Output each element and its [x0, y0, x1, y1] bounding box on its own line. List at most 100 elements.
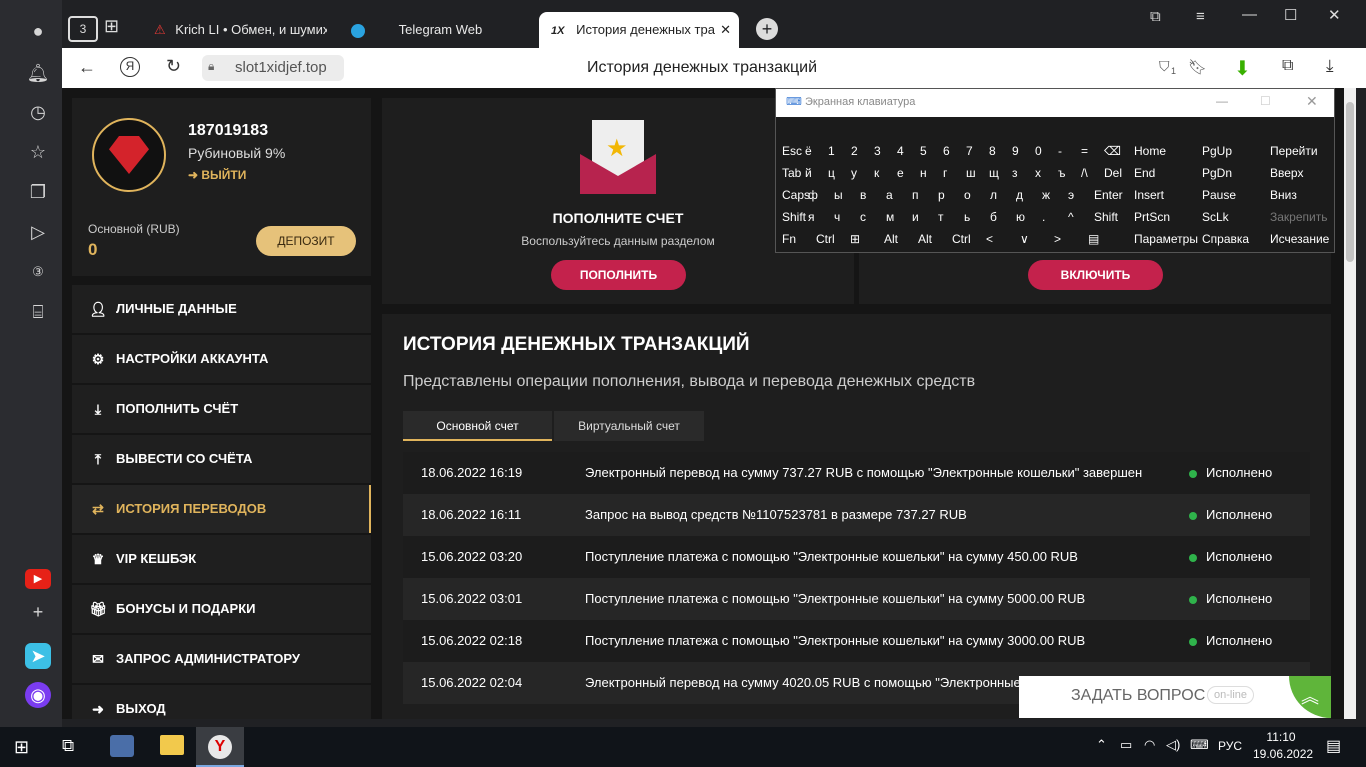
osk-key[interactable]: - [1054, 141, 1076, 161]
osk-key[interactable]: е [893, 163, 915, 183]
osk-key[interactable]: р [934, 185, 959, 205]
menu-item-7[interactable]: ✉ ЗАПРОС АДМИНИСТРАТОРУ [72, 635, 371, 683]
osk-key[interactable]: < [982, 229, 1015, 249]
tab-virtual-account[interactable]: Виртуальный счет [554, 411, 704, 441]
menu-item-4[interactable]: ⇄ ИСТОРИЯ ПЕРЕВОДОВ [72, 485, 371, 533]
scroll-thumb[interactable] [1346, 102, 1354, 262]
osk-key[interactable]: 7 [962, 141, 984, 161]
tray-chevron-icon[interactable]: ⌃ [1096, 737, 1107, 753]
windows-start-icon[interactable]: ⊞ [14, 737, 29, 758]
osk-key[interactable]: о [960, 185, 985, 205]
top-up-button[interactable]: ПОПОЛНИТЬ [551, 260, 686, 290]
screenshot-icon[interactable]: ⌸ [25, 299, 51, 325]
star-icon[interactable]: ☆ [25, 139, 51, 165]
osk-nav-key[interactable]: Insert [1130, 185, 1196, 205]
menu-item-8[interactable]: ➜ ВЫХОД [72, 685, 371, 719]
osk-key[interactable]: = [1077, 141, 1099, 161]
yandex-taskbar-button[interactable]: Y [196, 727, 244, 767]
osk-key[interactable]: э [1064, 185, 1089, 205]
tab-krich[interactable]: ⚠ Krich LI • Обмен, и шумиха [142, 12, 327, 48]
osk-app-icon[interactable] [110, 735, 134, 757]
youtube-icon[interactable]: ▶ [25, 569, 51, 589]
osk-key[interactable]: Ctrl [948, 229, 981, 249]
osk-nav-key[interactable]: Перейти [1266, 141, 1332, 161]
tab-history[interactable]: 1X История денежных тра ✕ [539, 12, 739, 48]
osk-key[interactable]: ц [824, 163, 846, 183]
osk-minimize-icon[interactable]: — [1216, 94, 1228, 108]
osk-key[interactable]: ч [830, 207, 855, 227]
bookmarks-icon[interactable]: ⧉ [1150, 8, 1161, 25]
osk-key[interactable]: т [934, 207, 959, 227]
osk-key[interactable]: . [1038, 207, 1063, 227]
reload-icon[interactable]: ↻ [166, 56, 181, 77]
osk-key[interactable]: 1 [824, 141, 846, 161]
osk-key[interactable]: ю [1012, 207, 1037, 227]
new-tab-button[interactable]: + [756, 18, 778, 40]
logout-link[interactable]: ➜ ВЫЙТИ [188, 168, 246, 182]
alice-icon[interactable]: ◉ [25, 682, 51, 708]
downloads-icon[interactable]: ⤓ [1326, 56, 1334, 76]
minimize-icon[interactable]: — [1242, 6, 1257, 23]
bell-icon[interactable]: 🔔︎ [25, 60, 51, 86]
osk-nav-key[interactable]: PgUp [1198, 141, 1264, 161]
osk-key[interactable]: 2 [847, 141, 869, 161]
osk-close-icon[interactable]: ✕ [1306, 93, 1318, 110]
osk-key[interactable]: ы [830, 185, 855, 205]
osk-key[interactable]: ф [804, 185, 829, 205]
osk-key[interactable]: я [804, 207, 829, 227]
osk-key[interactable]: 5 [916, 141, 938, 161]
osk-key[interactable]: 0 [1031, 141, 1053, 161]
osk-key[interactable]: к [870, 163, 892, 183]
osk-key[interactable]: в [856, 185, 881, 205]
osk-key[interactable]: Alt [880, 229, 913, 249]
osk-key[interactable]: Del [1100, 163, 1122, 183]
osk-key[interactable]: Caps [778, 185, 810, 205]
new-tab-group-icon[interactable]: ⊞ [104, 16, 128, 37]
osk-key[interactable]: ж [1038, 185, 1063, 205]
osk-key[interactable]: ⊞ [846, 229, 879, 249]
osk-key[interactable]: /\ [1077, 163, 1099, 183]
osk-maximize-icon[interactable]: ☐ [1260, 94, 1271, 108]
osk-key[interactable]: Alt [914, 229, 947, 249]
osk-nav-key[interactable]: PgDn [1198, 163, 1264, 183]
osk-nav-key[interactable]: Pause [1198, 185, 1264, 205]
menu-item-0[interactable]: 👤︎ ЛИЧНЫЕ ДАННЫЕ [72, 285, 371, 333]
osk-key[interactable]: и [908, 207, 933, 227]
osk-nav-key[interactable]: Справка [1198, 229, 1264, 249]
osk-nav-key[interactable]: Вниз [1266, 185, 1332, 205]
osk-key[interactable]: 4 [893, 141, 915, 161]
osk-key[interactable]: ⌫ [1100, 141, 1122, 161]
ask-question-widget[interactable]: ЗАДАТЬ ВОПРОС on-line ︽ [1019, 676, 1331, 718]
download-arrow-icon[interactable]: ⬇ [1234, 56, 1251, 81]
menu-icon[interactable]: ≡ [1196, 8, 1205, 25]
clock[interactable]: 11:10 19.06.2022 [1253, 730, 1313, 761]
menu-item-3[interactable]: ⤒ ВЫВЕСТИ СО СЧЁТА [72, 435, 371, 483]
osk-key[interactable]: з [1008, 163, 1030, 183]
maximize-icon[interactable]: ☐ [1284, 6, 1297, 24]
osk-key[interactable]: Ctrl [812, 229, 845, 249]
page-scrollbar[interactable] [1344, 88, 1356, 719]
back-icon[interactable]: ← [78, 57, 96, 78]
add-icon[interactable]: + [25, 599, 51, 625]
menu-item-5[interactable]: ♛ VIP КЕШБЭК [72, 535, 371, 583]
profile-icon[interactable]: ● [25, 18, 51, 44]
wifi-icon[interactable]: ◠ [1144, 737, 1155, 753]
osk-nav-key[interactable]: Параметры [1130, 229, 1198, 249]
menu-item-1[interactable]: ⚙ НАСТРОЙКИ АККАУНТА [72, 335, 371, 383]
chevron-up-icon[interactable]: ︽ [1289, 676, 1331, 718]
osk-key[interactable]: б [986, 207, 1011, 227]
protect-icon[interactable]: ⛉ [1159, 58, 1170, 75]
language-indicator[interactable]: РУС [1218, 739, 1242, 753]
speaker-icon[interactable]: ◁) [1166, 737, 1180, 753]
osk-nav-key[interactable]: Закрепить [1266, 207, 1332, 227]
osk-key[interactable]: а [882, 185, 907, 205]
osk-key[interactable]: Shift [778, 207, 806, 227]
osk-key[interactable]: п [908, 185, 933, 205]
osk-nav-key[interactable]: PrtScn [1130, 207, 1196, 227]
osk-key[interactable]: Enter [1090, 185, 1123, 205]
osk-key[interactable]: ∨ [1016, 229, 1049, 249]
osk-key[interactable]: ▤ [1084, 229, 1117, 249]
task-view-icon[interactable]: ⧉ [62, 736, 74, 756]
battery-icon[interactable]: ▭ [1120, 737, 1132, 753]
osk-key[interactable]: у [847, 163, 869, 183]
